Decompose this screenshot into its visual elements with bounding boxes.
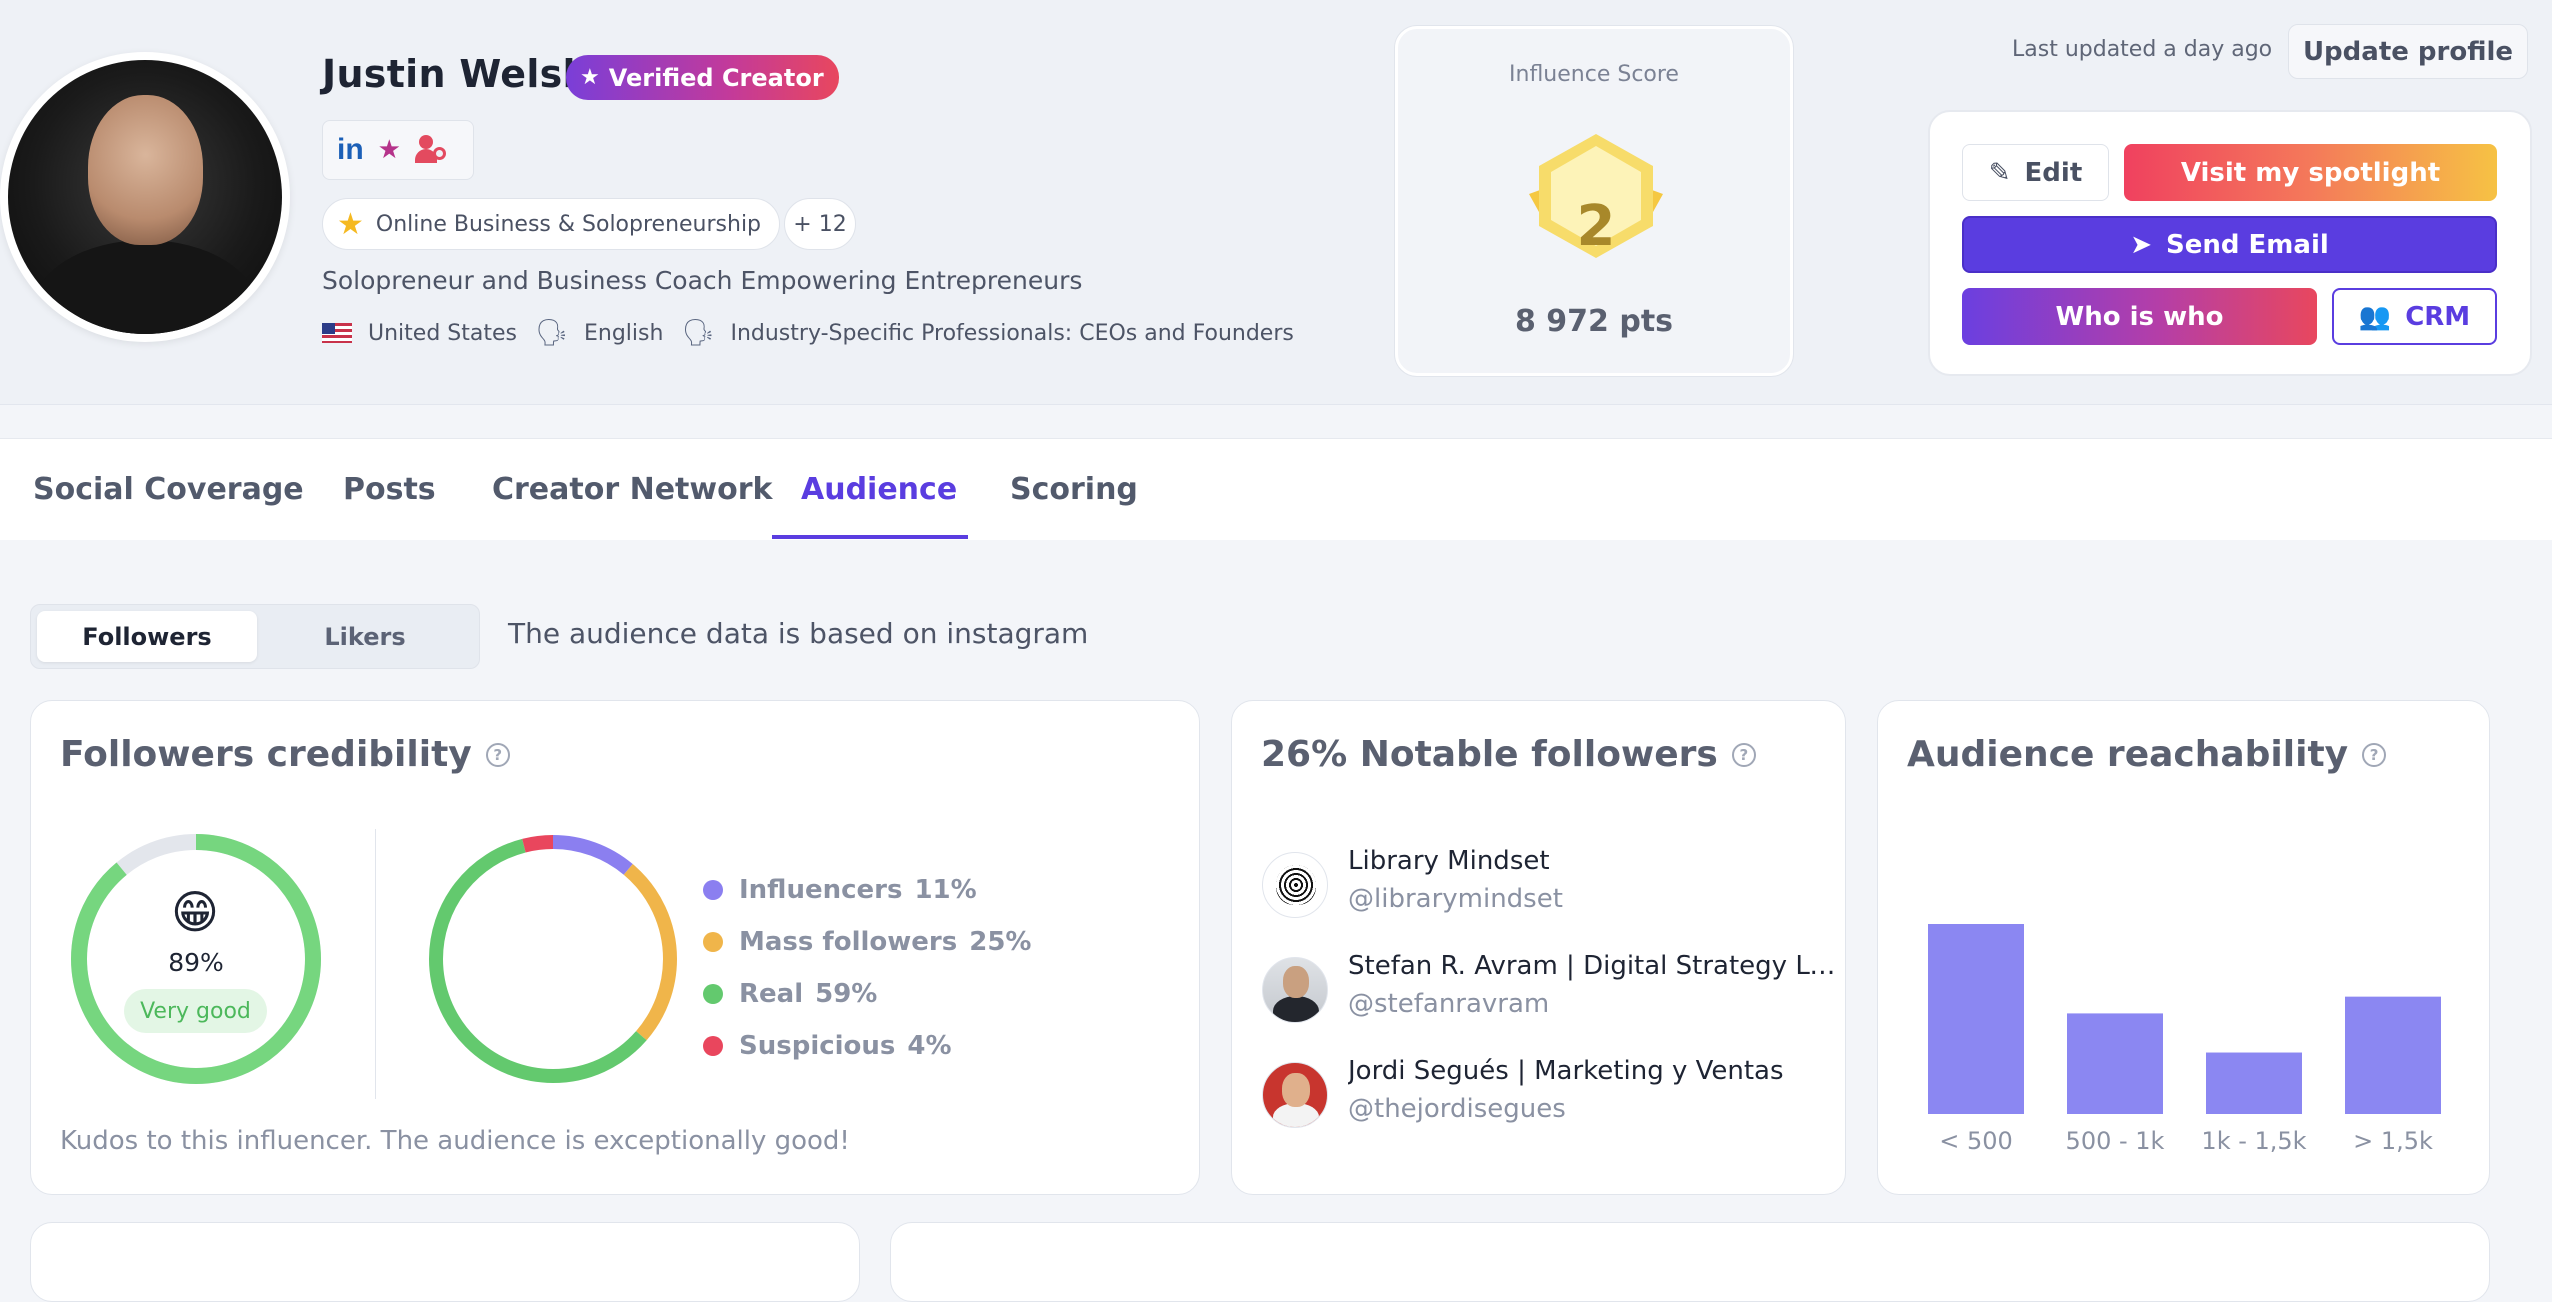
country-label: United States [368, 320, 517, 346]
crm-button[interactable]: 👥 CRM [2332, 288, 2497, 345]
who-is-who-button[interactable]: Who is who [1962, 288, 2317, 345]
last-updated: Last updated a day ago [2012, 37, 2273, 62]
legend-real: Real 59% [703, 968, 1031, 1020]
legend-influencers: Influencers 11% [703, 864, 1031, 916]
social-links: in ★ [322, 120, 474, 180]
send-email-button[interactable]: ➤ Send Email [1962, 216, 2497, 273]
audience-toggle: Followers Likers [30, 604, 480, 669]
us-flag-icon [322, 323, 352, 343]
score-points: 8 972 pts [1514, 304, 1674, 339]
profile-header: Justin Welsh ★ Verified Creator in ★ ★ O… [0, 0, 2552, 405]
avatar [1262, 852, 1328, 918]
credibility-message: Kudos to this influencer. The audience i… [60, 1126, 850, 1156]
bar-2[interactable] [2206, 1052, 2302, 1114]
audience-reachability-card: Audience reachability ? < 500 500 - 1k 1k … [1877, 700, 2490, 1195]
users-icon: 👥 [2358, 301, 2392, 332]
tab-audience[interactable]: Audience [801, 439, 957, 539]
bar-1[interactable] [2067, 1013, 2163, 1114]
reachability-chart: < 500 500 - 1k 1k - 1,5k > 1,5k [1928, 924, 2441, 1155]
divider [375, 829, 376, 1099]
legend-dot [703, 984, 723, 1004]
update-profile-button[interactable]: Update profile [2288, 24, 2528, 79]
brain-icon [1276, 865, 1316, 905]
legend-dot [703, 880, 723, 900]
profile-bio: Solopreneur and Business Coach Empowerin… [322, 266, 1083, 295]
star-icon: ★ [580, 65, 600, 90]
follower-handle: @thejordisegues [1348, 1094, 1566, 1124]
followers-toggle[interactable]: Followers [37, 611, 257, 662]
tab-creator-network[interactable]: Creator Network [492, 439, 772, 539]
actions-card: ✎ Edit Visit my spotlight ➤ Send Email W… [1928, 110, 2532, 376]
profile-meta: United States 🗣 English 🗣 Industry-Speci… [322, 318, 1312, 348]
avatar [1262, 957, 1328, 1023]
star-icon: ★ [337, 206, 364, 242]
avatar [1262, 1062, 1328, 1128]
tab-social-coverage[interactable]: Social Coverage [33, 439, 304, 539]
bar-0[interactable] [1928, 924, 2024, 1114]
bottom-card [890, 1222, 2490, 1302]
help-icon[interactable]: ? [485, 742, 510, 767]
audience-type-label: Industry-Specific Professionals: CEOs an… [730, 320, 1294, 346]
likers-toggle[interactable]: Likers [255, 611, 475, 662]
verified-badge: ★ Verified Creator [566, 55, 839, 100]
active-tab-indicator [772, 535, 968, 539]
send-icon: ➤ [2130, 229, 2153, 260]
star-icon[interactable]: ★ [378, 135, 401, 165]
bottom-card [30, 1222, 860, 1302]
more-categories-chip[interactable]: + 12 [784, 198, 856, 250]
credibility-rating-badge: Very good [124, 989, 267, 1033]
credibility-score: 89% [168, 948, 224, 977]
notable-followers-card: 26% Notable followers ? Library Mindset … [1231, 700, 1846, 1195]
linkedin-icon[interactable]: in [337, 133, 364, 167]
legend-mass-followers: Mass followers 25% [703, 916, 1031, 968]
card-title: 26% Notable followers ? [1261, 734, 1756, 775]
profile-name: Justin Welsh [322, 52, 590, 96]
legend-dot [703, 932, 723, 952]
follower-handle: @librarymindset [1348, 884, 1563, 914]
tick-label-3: > 1,5k [2353, 1127, 2433, 1155]
follower-name: Library Mindset [1348, 846, 1550, 876]
visit-spotlight-button[interactable]: Visit my spotlight [2124, 144, 2497, 201]
edit-button[interactable]: ✎ Edit [1962, 144, 2109, 201]
tick-label-1: 500 - 1k [2066, 1127, 2165, 1155]
bar-3[interactable] [2345, 996, 2441, 1114]
profile-tabs: Social Coverage Posts Creator Network Au… [0, 438, 2552, 540]
grinning-face-icon: 😁 [171, 885, 219, 939]
legend-dot [703, 1036, 723, 1056]
language-label: English [584, 320, 664, 346]
follower-name: Stefan R. Avram | Digital Strategy Le... [1348, 951, 1838, 981]
followers-credibility-card: Followers credibility ? 😁 89% Very good … [30, 700, 1200, 1195]
follower-handle: @stefanravram [1348, 989, 1550, 1019]
breakdown-donut [429, 835, 677, 1083]
tab-scoring[interactable]: Scoring [1010, 439, 1138, 539]
speaking-head-icon: 🗣 [681, 318, 715, 348]
tick-label-2: 1k - 1,5k [2201, 1127, 2306, 1155]
help-icon[interactable]: ? [1731, 742, 1756, 767]
medal-icon: 2 [1521, 134, 1671, 259]
tab-posts[interactable]: Posts [343, 439, 436, 539]
legend-suspicious: Suspicious 4% [703, 1020, 1031, 1072]
user-search-icon[interactable] [414, 135, 449, 165]
verified-label: Verified Creator [608, 63, 824, 92]
edit-icon: ✎ [1988, 157, 2011, 188]
influence-score-card: Influence Score 2 8 972 pts [1395, 26, 1793, 376]
score-title: Influence Score [1509, 62, 1679, 87]
tick-label-0: < 500 [1939, 1127, 2013, 1155]
profile-avatar [0, 52, 290, 342]
category-chip[interactable]: ★ Online Business & Solopreneurship [322, 198, 781, 250]
audience-source-note: The audience data is based on instagram [508, 617, 1089, 650]
score-rank: 2 [1576, 194, 1616, 259]
speaking-head-icon: 🗣 [534, 318, 568, 348]
category-label: Online Business & Solopreneurship [375, 211, 762, 237]
breakdown-legend: Influencers 11% Mass followers 25% Real … [703, 864, 1031, 1072]
follower-name: Jordi Segués | Marketing y Ventas [1348, 1056, 1784, 1086]
card-title: Followers credibility ? [60, 734, 510, 775]
